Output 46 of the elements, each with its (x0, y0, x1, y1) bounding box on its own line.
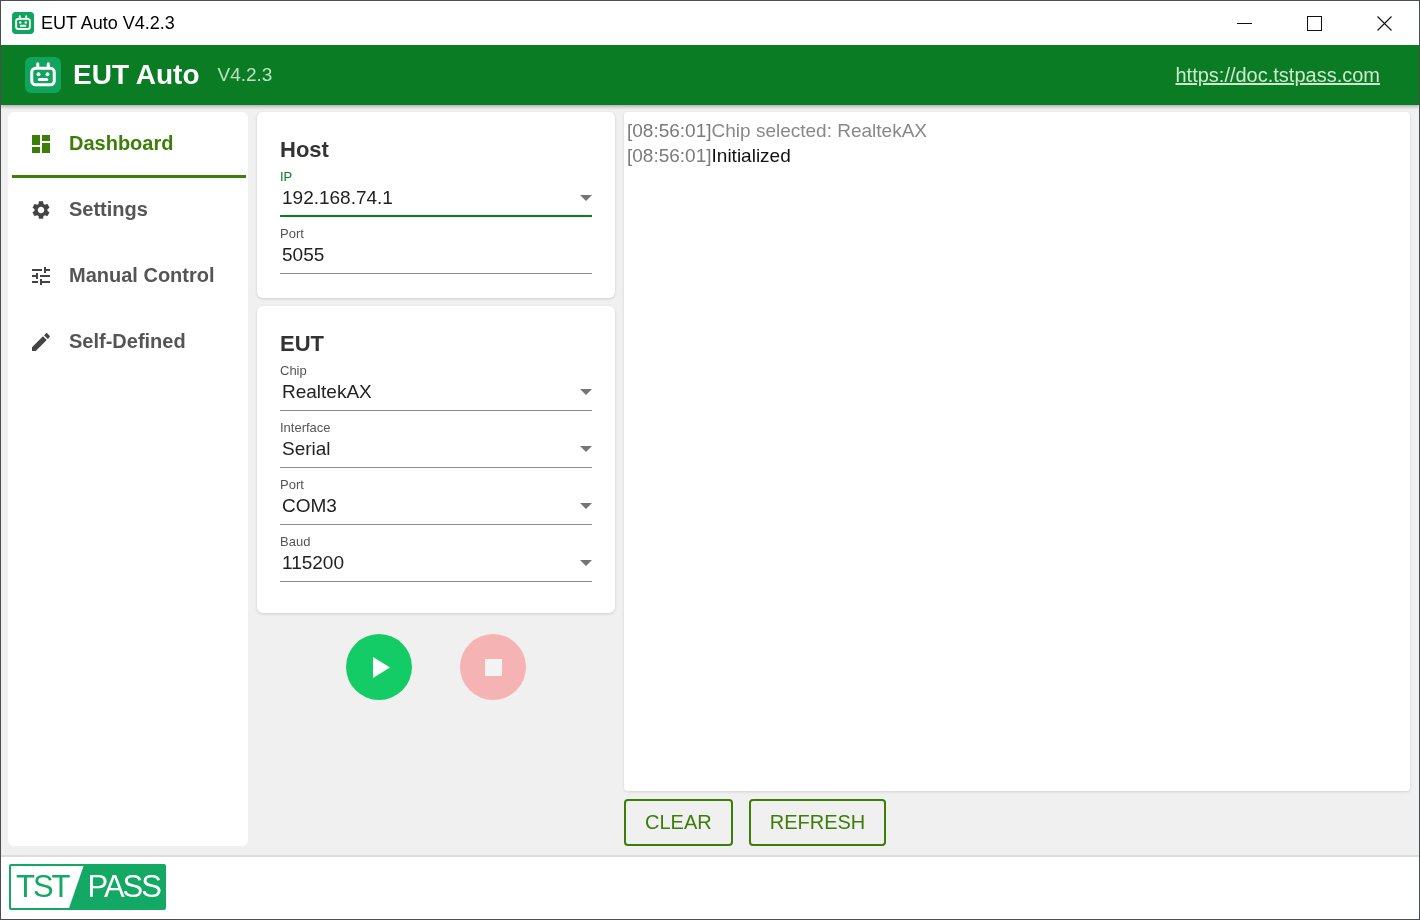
robot-icon (12, 12, 34, 34)
caret-down-icon (580, 560, 592, 566)
log-timestamp: [08:56:01] (627, 145, 712, 166)
log-timestamp: [08:56:01] (627, 120, 712, 141)
select-field[interactable]: RealtekAX (280, 378, 592, 411)
maximize-icon (1306, 15, 1322, 31)
pencil-icon (32, 332, 50, 351)
select-field[interactable]: 192.168.74.1 (280, 184, 592, 217)
sidebar-item[interactable]: Dashboard (12, 112, 246, 178)
dashboard-icon (32, 134, 50, 153)
robot-icon (25, 57, 61, 93)
close-icon (1376, 15, 1392, 31)
window-title: EUT Auto V4.2.3 (41, 12, 175, 34)
field-label: Chip (280, 363, 308, 378)
stop-icon (484, 658, 502, 676)
clear-button[interactable]: CLEAR (624, 799, 733, 846)
doc-link[interactable]: https://doc.tstpass.com (1175, 63, 1380, 87)
play-icon (372, 656, 390, 678)
field-label: Baud (280, 534, 312, 549)
field-label: IP (280, 169, 294, 184)
caret-down-icon (580, 503, 592, 509)
sidebar-item[interactable]: Manual Control (12, 244, 246, 310)
log-message: Initialized (711, 145, 791, 166)
input-field[interactable]: 5055 (280, 241, 592, 274)
field-label: Port (280, 477, 305, 492)
sliders-icon (32, 266, 50, 285)
refresh-button[interactable]: REFRESH (748, 799, 887, 846)
card-title: EUT (280, 331, 325, 357)
caret-down-icon (580, 389, 592, 395)
log-message: Chip selected: RealtekAX (711, 120, 927, 141)
caret-down-icon (580, 195, 592, 201)
gear-icon (32, 200, 50, 219)
select-field[interactable]: 115200 (280, 549, 592, 582)
card-title: Host (280, 137, 330, 163)
select-field[interactable]: COM3 (280, 492, 592, 525)
field-label: Interface (280, 420, 332, 435)
sidebar-item[interactable]: Self-Defined (12, 310, 246, 376)
minimize-icon (1236, 22, 1252, 24)
field-label: Port (280, 226, 305, 241)
logo-word: PASS (86, 868, 162, 906)
sidebar-item[interactable]: Settings (12, 178, 246, 244)
select-field[interactable]: Serial (280, 435, 592, 468)
app-name: EUT Auto (73, 59, 200, 91)
caret-down-icon (580, 446, 592, 452)
version-label: V4.2.3 (217, 64, 273, 86)
logo-word: TST (11, 866, 84, 908)
